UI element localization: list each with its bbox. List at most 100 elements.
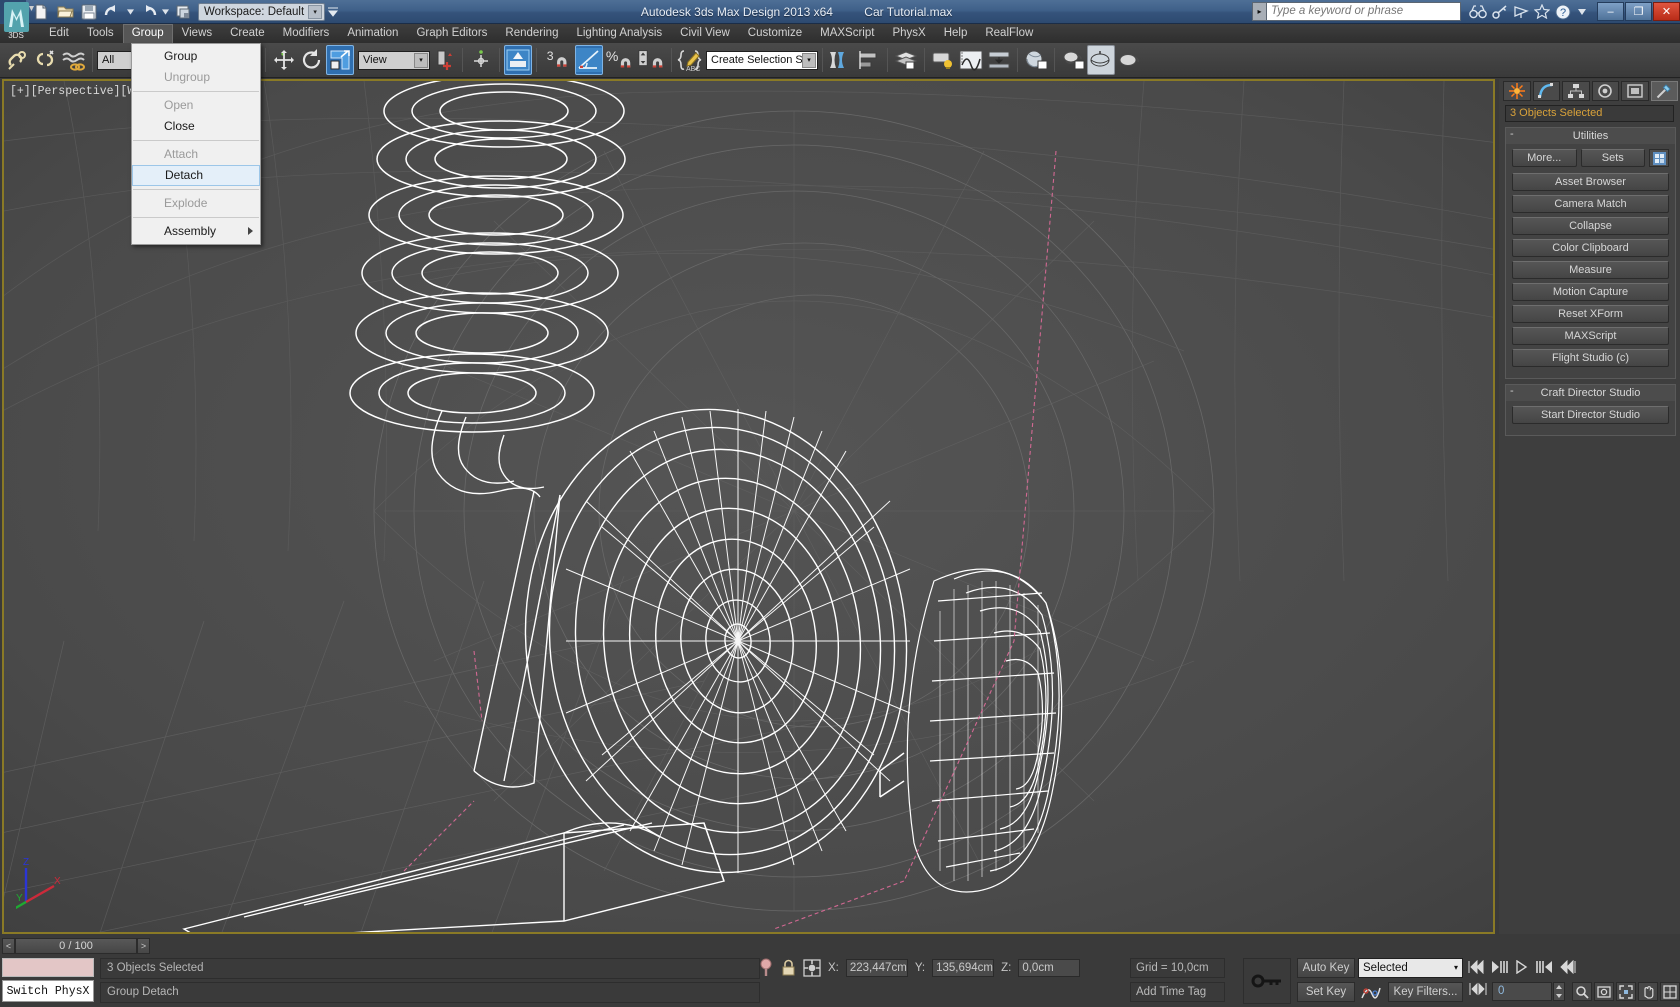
switch-physx-button[interactable]: Switch PhysX [2,980,94,1002]
add-time-tag-button[interactable]: Add Time Tag [1130,982,1225,1002]
close-button[interactable]: ✕ [1653,2,1680,21]
zoom-extents-icon[interactable] [1616,982,1636,1001]
time-slider-handle[interactable]: 0 / 100 [15,938,137,954]
group-menu-popup[interactable]: Group Ungroup Open Close Attach Detach Explode… [131,43,261,245]
frame-spinner[interactable] [1553,982,1565,1001]
menu-item-physx[interactable]: PhysX [883,24,934,43]
snaps-toggle-icon[interactable]: 3 [541,45,575,75]
utility-button-reset-xform[interactable]: Reset XForm [1512,305,1669,323]
previous-frame-icon[interactable] [1489,958,1509,976]
hierarchy-tab[interactable] [1562,81,1590,101]
menu-item-views[interactable]: Views [173,24,221,43]
pan-view-icon[interactable] [1638,982,1658,1001]
select-and-rotate-icon[interactable] [298,45,326,75]
sets-button[interactable]: Sets [1580,149,1645,167]
redo-icon[interactable] [137,2,159,22]
search-expand-icon[interactable]: ▸ [1252,2,1266,21]
undo-icon[interactable] [102,2,124,22]
utilities-rollout-header[interactable]: - Utilities [1506,128,1675,144]
utility-button-asset-browser[interactable]: Asset Browser [1512,173,1669,191]
project-folder-icon[interactable] [172,2,194,22]
menu-bar[interactable]: Edit Tools Group Views Create Modifiers Animat… [0,24,1680,43]
search-binoculars-icon[interactable] [1469,4,1487,19]
use-pivot-point-center-icon[interactable] [430,45,458,75]
redo-dropdown-icon[interactable] [161,2,170,22]
auto-key-button[interactable]: Auto Key [1297,958,1355,978]
menu-item-lighting-analysis[interactable]: Lighting Analysis [567,24,671,43]
render-setup-icon[interactable] [1059,45,1087,75]
spinner-snap-toggle-icon[interactable] [635,45,667,75]
motion-tab[interactable] [1591,81,1619,101]
zoom-all-icon[interactable] [1594,982,1614,1001]
key-mode-toggle-icon[interactable] [1243,958,1291,1004]
command-panel-tabs[interactable] [1499,79,1680,101]
undo-dropdown-icon[interactable] [126,2,135,22]
edit-named-selection-sets-icon[interactable]: ABC [676,45,704,75]
curve-editor-icon[interactable] [957,45,985,75]
info-center-search[interactable]: ▸ Type a keyword or phrase [1252,2,1461,21]
viewport-navigation-buttons[interactable] [1572,982,1680,1001]
coord-system-dropdown-icon[interactable]: ▾ [414,52,428,68]
display-tab[interactable] [1621,81,1649,101]
set-key-button[interactable]: Set Key [1297,982,1355,1002]
set-key-filters-curve-icon[interactable] [1358,982,1384,1002]
mirror-icon[interactable] [827,45,855,75]
craft-director-collapse-icon[interactable]: - [1510,385,1514,397]
craft-director-rollout[interactable]: - Craft Director Studio Start Director S… [1505,384,1676,436]
select-and-link-icon[interactable] [4,45,32,75]
configure-button-sets-icon[interactable] [1649,149,1669,167]
utility-button-collapse[interactable]: Collapse [1512,217,1669,235]
percent-snap-toggle-icon[interactable]: % [603,45,635,75]
menu-item-realflow[interactable]: RealFlow [976,24,1042,43]
utility-button-maxscript[interactable]: MAXScript [1512,327,1669,345]
utility-button-flight-studio-c[interactable]: Flight Studio (c) [1512,349,1669,367]
create-tab[interactable] [1503,81,1531,101]
quick-access-toolbar[interactable] [26,2,194,22]
search-input[interactable]: Type a keyword or phrase [1266,2,1461,21]
start-director-studio-button[interactable]: Start Director Studio [1512,406,1669,424]
utility-button-motion-capture[interactable]: Motion Capture [1512,283,1669,301]
open-file-icon[interactable] [54,2,76,22]
time-slider[interactable]: < 0 / 100 > [0,936,1499,956]
workspace-dropdown-icon[interactable]: ▾ [308,4,323,19]
menu-item-animation[interactable]: Animation [338,24,407,43]
help-icon[interactable]: ? [1555,4,1573,20]
unlink-selection-icon[interactable] [32,45,60,75]
menu-item-tools[interactable]: Tools [78,24,123,43]
maximize-viewport-toggle-icon[interactable] [1660,982,1680,1001]
menu-item-group[interactable]: Group [122,24,173,43]
workspace-selector[interactable]: Workspace: Default ▾ [198,2,326,21]
animation-key-controls[interactable]: Auto Key Set Key [1297,958,1355,1006]
go-to-end-icon[interactable] [1558,958,1578,976]
physx-color-swatch[interactable] [2,958,94,977]
save-file-icon[interactable] [78,2,100,22]
current-frame-input[interactable]: 0 [1492,982,1552,1001]
utility-button-measure[interactable]: Measure [1512,261,1669,279]
z-coord-input[interactable]: 0,0cm [1018,959,1081,977]
go-to-start-icon[interactable] [1466,958,1486,976]
group-menu-item-detach[interactable]: Detach [132,165,260,186]
rendered-frame-window-icon[interactable] [1087,45,1115,75]
menu-item-edit[interactable]: Edit [40,24,78,43]
use-transform-coordinate-center-icon[interactable] [467,45,495,75]
select-and-scale-icon[interactable] [326,45,354,75]
x-coord-input[interactable]: 223,447cm [845,959,908,977]
menu-item-create[interactable]: Create [221,24,274,43]
named-selection-dropdown-icon[interactable]: ▾ [802,52,816,68]
layer-manager-icon[interactable] [892,45,920,75]
menu-item-graph-editors[interactable]: Graph Editors [407,24,496,43]
physx-panel[interactable]: Switch PhysX [2,958,94,1005]
menu-item-rendering[interactable]: Rendering [496,24,567,43]
group-menu-item-close[interactable]: Close [132,116,260,137]
reference-coordinate-system-combo[interactable]: View ▾ [358,50,430,70]
utility-button-camera-match[interactable]: Camera Match [1512,195,1669,213]
select-and-manipulate-icon[interactable] [504,45,532,75]
next-frame-button[interactable]: > [137,938,150,954]
bind-to-space-warp-icon[interactable] [60,45,88,75]
y-coord-input[interactable]: 135,694cm [932,959,995,977]
maximize-button[interactable]: ❐ [1625,2,1652,21]
group-menu-item-group[interactable]: Group [132,46,260,67]
key-mode-toggle-button[interactable] [1468,982,1488,996]
favorites-star-icon[interactable] [1534,4,1550,19]
command-panel[interactable]: 3 Objects Selected - Utilities More... S… [1499,79,1680,934]
